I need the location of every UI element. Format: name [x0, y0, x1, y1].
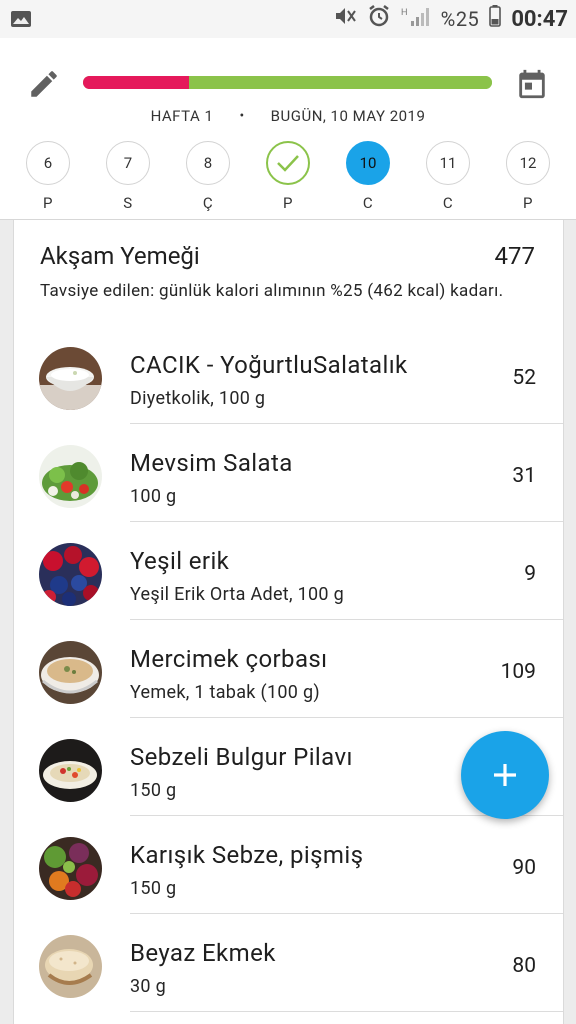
- progress-consumed: [83, 76, 190, 89]
- checkmark-icon: [277, 155, 299, 172]
- food-name: Beyaz Ekmek: [130, 939, 276, 967]
- food-name: Yeşil erik: [130, 547, 230, 575]
- day-item-today[interactable]: 10 C: [345, 141, 391, 212]
- food-portion: 150 g: [130, 780, 177, 801]
- plus-icon: [494, 764, 516, 786]
- day-label: P: [523, 194, 533, 212]
- food-image-salad: [39, 445, 102, 508]
- day-circle: 6: [26, 141, 70, 185]
- food-calories: 9: [524, 562, 536, 586]
- food-portion: 30 g: [130, 976, 167, 997]
- progress-remaining: [189, 76, 492, 89]
- food-name: CACIK - YoğurtluSalatalık: [130, 351, 408, 379]
- day-item[interactable]: 7 S: [105, 141, 151, 212]
- food-portion: 100 g: [130, 486, 177, 507]
- battery-percent: %25: [440, 7, 480, 31]
- day-label: C: [442, 194, 454, 212]
- food-portion: Yemek, 1 tabak (100 g): [130, 682, 320, 703]
- food-calories: 52: [512, 366, 536, 390]
- day-label: P: [43, 194, 53, 212]
- calendar-button[interactable]: [510, 62, 554, 106]
- food-image-vegetables: [39, 837, 102, 900]
- day-header: HAFTA 1 • BUGÜN, 10 MAY 2019 6 P 7 S 8 Ç…: [0, 38, 576, 220]
- day-label: Ç: [202, 194, 214, 212]
- week-label: HAFTA 1: [150, 107, 214, 125]
- food-row[interactable]: CACIK - YoğurtluSalatalık Diyetkolik, 10…: [14, 326, 563, 424]
- calorie-progress-bar: [83, 76, 492, 89]
- meal-card: Akşam Yemeği 477 Tavsiye edilen: günlük …: [13, 220, 564, 1024]
- meal-title: Akşam Yemeği: [40, 242, 200, 270]
- day-circle: 11: [426, 141, 470, 185]
- food-row[interactable]: Karışık Sebze, pişmiş 150 g 90: [14, 816, 563, 914]
- day-item[interactable]: 6 P: [25, 141, 71, 212]
- clock: 00:47: [511, 6, 568, 32]
- pencil-icon: [31, 71, 57, 97]
- food-name: Mercimek çorbası: [130, 645, 328, 673]
- add-food-button[interactable]: [461, 731, 549, 819]
- image-notification-icon: [10, 10, 32, 32]
- food-row[interactable]: Yeşil erik Yeşil Erik Orta Adet, 100 g 9: [14, 522, 563, 620]
- day-item-completed[interactable]: P: [265, 141, 311, 212]
- calendar-icon: [519, 69, 545, 99]
- food-image-soup: [39, 641, 102, 704]
- food-name: Mevsim Salata: [130, 449, 293, 477]
- meal-total-calories: 477: [494, 242, 535, 270]
- battery-icon: [489, 5, 502, 33]
- row-divider: [130, 1011, 563, 1012]
- signal-icon: H: [401, 5, 431, 33]
- food-image-pilaf: [39, 739, 102, 802]
- food-name: Sebzeli Bulgur Pilavı: [130, 743, 353, 771]
- day-circle-today: 10: [346, 141, 390, 185]
- week-date-row: HAFTA 1 • BUGÜN, 10 MAY 2019: [0, 106, 576, 126]
- day-item[interactable]: 8 Ç: [185, 141, 231, 212]
- food-image-berries: [39, 543, 102, 606]
- food-portion: 150 g: [130, 878, 177, 899]
- day-selector: 6 P 7 S 8 Ç P 10 C 11 C 12 P: [0, 141, 576, 212]
- food-row[interactable]: Mevsim Salata 100 g 31: [14, 424, 563, 522]
- status-bar: H %25 00:47: [0, 0, 576, 38]
- food-calories: 31: [512, 464, 536, 488]
- day-circle: 8: [186, 141, 230, 185]
- day-circle: 12: [506, 141, 550, 185]
- day-label: P: [283, 194, 293, 212]
- svg-text:H: H: [401, 7, 408, 17]
- food-image-bread: [39, 935, 102, 998]
- meal-recommendation: Tavsiye edilen: günlük kalori alımının %…: [40, 281, 504, 301]
- food-row[interactable]: Mercimek çorbası Yemek, 1 tabak (100 g) …: [14, 620, 563, 718]
- day-item[interactable]: 12 P: [505, 141, 551, 212]
- food-row[interactable]: Beyaz Ekmek 30 g 80: [14, 914, 563, 1012]
- date-label: BUGÜN, 10 MAY 2019: [270, 107, 426, 125]
- day-circle-completed: [266, 141, 310, 185]
- mute-icon: [333, 5, 357, 33]
- alarm-icon: [367, 4, 391, 34]
- food-image-yogurt: [39, 347, 102, 410]
- food-calories: 109: [500, 660, 536, 684]
- food-calories: 90: [512, 856, 536, 880]
- food-calories: 80: [512, 954, 536, 978]
- day-label: C: [362, 194, 374, 212]
- day-circle: 7: [106, 141, 150, 185]
- day-item[interactable]: 11 C: [425, 141, 471, 212]
- edit-button[interactable]: [24, 64, 64, 104]
- food-portion: Yeşil Erik Orta Adet, 100 g: [130, 584, 345, 605]
- separator-dot: •: [239, 108, 245, 124]
- food-name: Karışık Sebze, pişmiş: [130, 841, 364, 869]
- day-label: S: [123, 194, 133, 212]
- food-portion: Diyetkolik, 100 g: [130, 388, 266, 409]
